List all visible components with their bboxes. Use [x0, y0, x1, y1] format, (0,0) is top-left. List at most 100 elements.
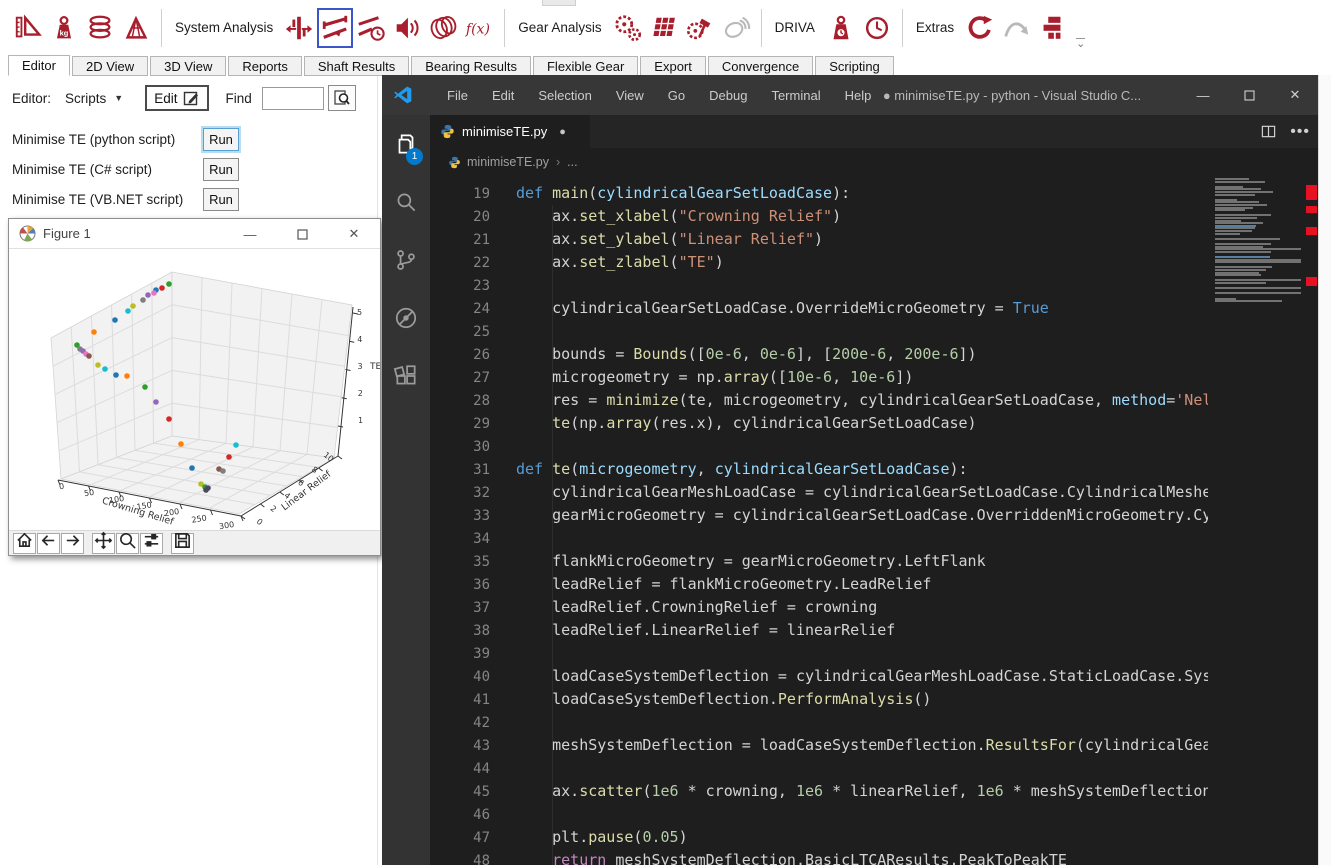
toolbar-button-acoustics[interactable] — [389, 8, 425, 48]
more-actions-icon[interactable]: ••• — [1290, 123, 1310, 141]
menu-go[interactable]: Go — [656, 88, 697, 103]
find-input[interactable] — [261, 86, 324, 110]
activity-extensions-icon[interactable] — [382, 347, 430, 405]
run-button[interactable]: Run — [203, 157, 239, 181]
toolbar-button-power-flow[interactable] — [281, 8, 317, 48]
mpl-home-button[interactable] — [13, 532, 36, 554]
toolbar-button-gear-micro-grid[interactable] — [646, 8, 682, 48]
line-number: 25 — [473, 324, 490, 340]
vscode-titlebar[interactable]: File Edit Selection View Go Debug Terminal Help… — [382, 75, 1318, 115]
toolbar-button-fe-mesh[interactable] — [118, 8, 154, 48]
edit-button[interactable]: Edit — [145, 85, 210, 111]
mpl-pan-button[interactable] — [92, 531, 115, 554]
menu-debug[interactable]: Debug — [697, 88, 759, 103]
toolbar-separator — [504, 8, 506, 47]
line-number: 38 — [473, 623, 490, 639]
split-editor-icon[interactable] — [1261, 124, 1276, 139]
toolbar-group-label: Gear Analysis — [518, 20, 602, 35]
mpl-forward-button[interactable] — [61, 532, 84, 554]
activity-source-control-icon[interactable] — [382, 231, 430, 289]
figure-maximize-button[interactable] — [276, 219, 328, 249]
toolbar-button-design-ruler[interactable] — [10, 8, 46, 48]
find-search-button[interactable] — [327, 85, 356, 111]
tab-flexible-gear[interactable]: Flexible Gear — [532, 56, 639, 76]
toolbar-button-mass-kg[interactable]: kg — [46, 8, 82, 48]
toolbar-button-response-curve[interactable] — [998, 8, 1034, 48]
code-line: 26 bounds = Bounds([0e-6, 0e-6], [200e-6… — [430, 343, 1208, 366]
menu-terminal[interactable]: Terminal — [759, 88, 832, 103]
mpl-zoom-button[interactable] — [116, 532, 139, 554]
activity-search-icon[interactable] — [382, 173, 430, 231]
activity-explorer-icon[interactable]: 1 — [382, 115, 430, 173]
response-curve-icon — [1001, 13, 1031, 43]
toolbar-button-gear-macro[interactable] — [610, 8, 646, 48]
code-lines: 19 def main(cylindricalGearSetLoadCase): 2… — [430, 176, 1208, 865]
tab-convergence[interactable]: Convergence — [707, 56, 814, 76]
run-button[interactable]: Run — [203, 187, 239, 211]
indent-guide — [552, 205, 553, 865]
menu-selection[interactable]: Selection — [526, 88, 603, 103]
toolbar-overflow-chevron-icon[interactable]: ⌄ — [1076, 38, 1086, 50]
tab-shaft-results[interactable]: Shaft Results — [303, 56, 410, 76]
code-line: 23 — [430, 274, 1208, 297]
figure-window-controls: — ✕ — [224, 219, 380, 249]
app-scrollbar-strip[interactable] — [1318, 75, 1331, 865]
svg-text:f(x): f(x) — [465, 21, 490, 37]
editor-tab-minimiseTE[interactable]: minimiseTE.py ● — [430, 115, 590, 148]
code-line: 21 ax.set_ylabel("Linear Relief") — [430, 228, 1208, 251]
code-line: 48 return meshSystemDeflection.BasicLTCA… — [430, 849, 1208, 865]
overview-ruler[interactable] — [1305, 176, 1318, 865]
toolbar-button-rotor-dynamics[interactable] — [425, 8, 461, 48]
line-number: 23 — [473, 278, 490, 294]
tab-reports[interactable]: Reports — [228, 56, 302, 76]
breadcrumb-more: ... — [567, 155, 578, 169]
vscode-minimize-button[interactable]: — — [1180, 75, 1226, 115]
editor-toolbar-row: Editor: Scripts ▼ Edit Find — [12, 84, 356, 112]
line-number: 28 — [473, 393, 490, 409]
toolbar-button-gear-whine[interactable] — [718, 8, 754, 48]
figure-titlebar[interactable]: Figure 1 — ✕ — [9, 219, 380, 249]
minimap[interactable] — [1211, 176, 1305, 865]
figure-minimize-button[interactable]: — — [224, 219, 276, 249]
toolbar-button-run-up-clock[interactable] — [859, 8, 895, 48]
code-line: 28 res = minimize(te, microgeometry, cyl… — [430, 389, 1208, 412]
mpl-configure-subplots-button[interactable] — [140, 532, 163, 554]
tab-2d-view[interactable]: 2D View — [71, 56, 149, 76]
toolbar-button-layers[interactable] — [1034, 8, 1070, 48]
menu-view[interactable]: View — [604, 88, 656, 103]
toolbar-button-parametric-study[interactable]: f(x) — [461, 8, 497, 48]
tab-3d-view[interactable]: 3D View — [150, 56, 227, 76]
code-editor[interactable]: 19 def main(cylindricalGearSetLoadCase): 2… — [430, 176, 1318, 865]
toolbar-button-advanced-system-deflection[interactable] — [353, 8, 389, 48]
activity-debug-icon[interactable] — [382, 289, 430, 347]
save-icon — [173, 531, 192, 555]
fe-mesh-icon — [121, 13, 151, 43]
vscode-window-title: ● minimiseTE.py - python - Visual Studio… — [882, 87, 1142, 103]
tab-bearing-results[interactable]: Bearing Results — [411, 56, 531, 76]
masta-ribbon-toolbar: kg System Analysis f(x) Gear Analysis DRIVA E… — [0, 0, 1331, 55]
vscode-maximize-button[interactable] — [1226, 75, 1272, 115]
tab-scripting[interactable]: Scripting — [815, 56, 894, 76]
code-line: 46 — [430, 803, 1208, 826]
line-number: 27 — [473, 370, 490, 386]
toolbar-button-materials-database[interactable] — [82, 8, 118, 48]
ribbon-collapse-handle[interactable] — [542, 0, 576, 6]
toolbar-button-mass-clock[interactable] — [823, 8, 859, 48]
code-line: 33 gearMicroGeometry = cylindricalGearSe… — [430, 504, 1208, 527]
toolbar-button-system-deflection[interactable] — [317, 7, 354, 48]
vscode-close-button[interactable]: ✕ — [1272, 75, 1318, 115]
mpl-back-button[interactable] — [37, 532, 60, 554]
menu-file[interactable]: File — [435, 88, 480, 103]
run-button[interactable]: Run — [203, 127, 239, 151]
figure-close-button[interactable]: ✕ — [328, 219, 380, 249]
tab-export[interactable]: Export — [640, 56, 706, 76]
menu-edit[interactable]: Edit — [480, 88, 526, 103]
toolbar-button-gear-manufacturing[interactable] — [682, 8, 718, 48]
mpl-save-button[interactable] — [171, 531, 194, 555]
line-number: 19 — [473, 186, 490, 202]
breadcrumb[interactable]: minimiseTE.py › ... — [430, 148, 1318, 176]
code-line: 44 — [430, 757, 1208, 780]
tab-editor[interactable]: Editor — [8, 55, 70, 76]
toolbar-button-refresh[interactable] — [962, 8, 998, 48]
scripts-dropdown[interactable]: Scripts ▼ — [65, 91, 123, 106]
